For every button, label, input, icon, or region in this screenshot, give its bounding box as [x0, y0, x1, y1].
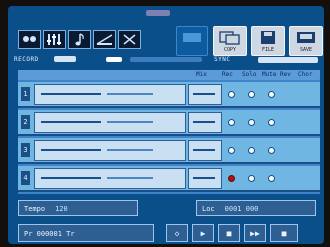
track-number: 3 [21, 143, 30, 157]
edit-icon[interactable] [118, 30, 141, 49]
solo-toggle[interactable] [248, 175, 255, 182]
column-chor: Chor [298, 71, 313, 78]
mute-toggle[interactable] [268, 175, 275, 182]
locator-value: 0001 000 [224, 205, 259, 213]
screen: COPY FILE SAVE RECORD SYNC Mix Rec Solo … [8, 6, 324, 244]
locator-field[interactable]: Loc 0001 000 [196, 200, 316, 216]
column-mix: Mix [196, 71, 207, 78]
menu-indicator [146, 10, 170, 16]
stop-button[interactable]: ■ [218, 224, 240, 242]
record-toggle[interactable] [228, 147, 235, 154]
solo-toggle[interactable] [248, 91, 255, 98]
solo-toggle[interactable] [248, 119, 255, 126]
locator-label: Loc [202, 205, 215, 213]
fast-forward-button[interactable]: ▶▶ [244, 224, 266, 242]
position-slider[interactable] [106, 57, 122, 62]
track-name-field[interactable] [34, 140, 186, 161]
mute-toggle[interactable] [268, 119, 275, 126]
solo-toggle[interactable] [248, 147, 255, 154]
track-table: Mix Rec Solo Mute Rev Chor 1 2 3 4 [18, 70, 320, 194]
record-toggle[interactable] [228, 91, 235, 98]
sync-indicator [258, 57, 318, 63]
title-pill [54, 56, 76, 62]
mute-toggle[interactable] [268, 147, 275, 154]
record-icon[interactable] [18, 30, 41, 49]
position-field[interactable]: Pr 000001 Tr [18, 224, 154, 242]
track-name-field[interactable] [34, 168, 186, 189]
record-toggle[interactable] [228, 119, 235, 126]
track-name-field[interactable] [34, 112, 186, 133]
track-row[interactable]: 3 [18, 138, 320, 164]
file-icon [261, 31, 275, 44]
loop-button[interactable]: ◇ [166, 224, 188, 242]
column-rev: Rev [280, 71, 291, 78]
tempo-value: 120 [55, 205, 68, 213]
transport-bar: Pr 000001 Tr ◇ ▶ ■ ▶▶ ■ [18, 224, 316, 242]
track-number: 4 [21, 171, 30, 185]
mix-icon[interactable] [43, 30, 66, 49]
column-rec: Rec [222, 71, 233, 78]
track-row[interactable]: 2 [18, 110, 320, 136]
column-solo: Solo [242, 71, 257, 78]
column-mute: Mute [262, 71, 277, 78]
track-mix-level[interactable] [188, 84, 222, 105]
tempo-label: Tempo [24, 205, 46, 213]
track-name-field[interactable] [34, 84, 186, 105]
copy-icon [219, 31, 240, 45]
sync-label: SYNC [214, 56, 231, 63]
position-label: Pr 000001 Tr [24, 230, 75, 238]
track-mix-level[interactable] [188, 168, 222, 189]
mode-button[interactable] [176, 26, 208, 56]
save-icon [297, 32, 315, 43]
play-button[interactable]: ▶ [192, 224, 214, 242]
mute-toggle[interactable] [268, 91, 275, 98]
track-row[interactable]: 1 [18, 82, 320, 108]
info-strip [130, 57, 202, 62]
track-mix-level[interactable] [188, 140, 222, 161]
note-icon[interactable] [68, 30, 91, 49]
save-label: SAVE [299, 47, 313, 53]
copy-button[interactable]: COPY [213, 26, 247, 56]
tape-icon[interactable] [93, 30, 116, 49]
track-mix-level[interactable] [188, 112, 222, 133]
status-bar: Tempo 120 Loc 0001 000 [18, 200, 316, 216]
track-number: 1 [21, 87, 30, 101]
save-button[interactable]: SAVE [289, 26, 323, 56]
tempo-field[interactable]: Tempo 120 [18, 200, 138, 216]
app-title: RECORD [14, 56, 39, 63]
file-button[interactable]: FILE [251, 26, 285, 56]
track-row[interactable]: 4 [18, 166, 320, 192]
table-header: Mix Rec Solo Mute Rev Chor [18, 70, 320, 80]
record-toggle[interactable] [228, 175, 235, 182]
file-label: FILE [261, 47, 275, 53]
copy-label: COPY [223, 47, 237, 53]
track-number: 2 [21, 115, 30, 129]
record-button[interactable]: ■ [270, 224, 298, 242]
